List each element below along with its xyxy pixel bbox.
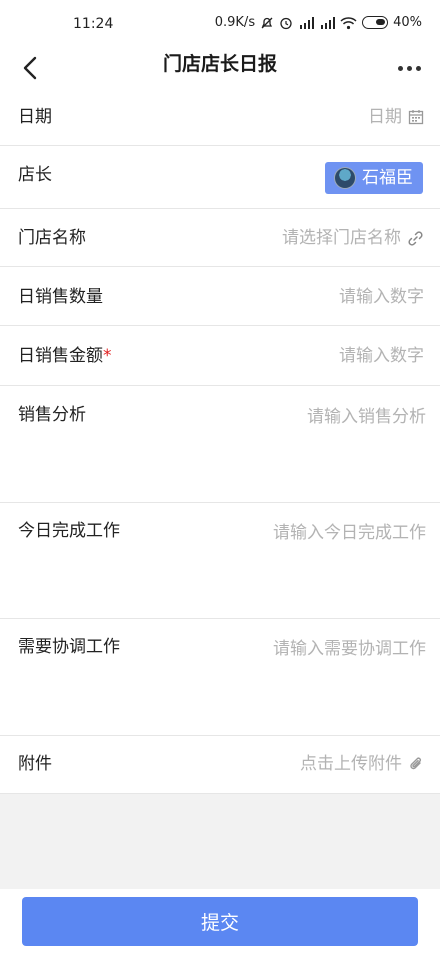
status-icons: 0.9K/s 40% bbox=[215, 15, 422, 30]
submit-button[interactable]: 提交 bbox=[22, 897, 418, 946]
attachment-label: 附件 bbox=[18, 754, 52, 774]
form-footer-spacer bbox=[0, 794, 440, 889]
attachment-upload[interactable]: 点击上传附件 bbox=[300, 753, 424, 775]
wifi-icon bbox=[340, 16, 357, 29]
link-icon bbox=[408, 230, 423, 246]
date-label: 日期 bbox=[18, 107, 52, 127]
store-placeholder: 请选择门店名称 bbox=[282, 228, 401, 248]
completed-textarea[interactable]: 请输入今日完成工作 bbox=[273, 522, 426, 544]
store-row[interactable]: 门店名称 请选择门店名称 bbox=[0, 209, 440, 267]
attachment-placeholder: 点击上传附件 bbox=[300, 754, 402, 774]
analysis-textarea[interactable]: 请输入销售分析 bbox=[307, 406, 426, 428]
alarm-icon bbox=[280, 17, 292, 29]
sales-qty-input[interactable]: 请输入数字 bbox=[339, 286, 424, 308]
status-time: 11:24 bbox=[73, 16, 114, 32]
status-bar: 11:24 0.9K/s 40% bbox=[0, 0, 440, 48]
sales-amount-input[interactable]: 请输入数字 bbox=[339, 345, 424, 367]
avatar bbox=[334, 167, 356, 189]
sales-qty-row[interactable]: 日销售数量 请输入数字 bbox=[0, 267, 440, 326]
bottom-bar: 提交 bbox=[0, 889, 440, 953]
completed-label: 今日完成工作 bbox=[18, 521, 120, 541]
analysis-label: 销售分析 bbox=[18, 405, 86, 425]
battery-level: 40% bbox=[393, 15, 422, 30]
sales-amount-label-text: 日销售金额 bbox=[18, 346, 103, 366]
paperclip-icon bbox=[410, 757, 421, 769]
hd-signal-icon bbox=[300, 16, 315, 29]
sales-qty-label: 日销售数量 bbox=[18, 287, 103, 307]
nav-bar: 门店店长日报 bbox=[0, 48, 440, 88]
signal-icon bbox=[321, 16, 336, 29]
analysis-row[interactable]: 销售分析 请输入销售分析 bbox=[0, 386, 440, 503]
manager-chip[interactable]: 石福臣 bbox=[325, 162, 423, 194]
manager-row[interactable]: 店长 石福臣 bbox=[0, 146, 440, 209]
coordination-textarea[interactable]: 请输入需要协调工作 bbox=[273, 638, 426, 660]
coordination-label: 需要协调工作 bbox=[18, 637, 120, 657]
completed-row[interactable]: 今日完成工作 请输入今日完成工作 bbox=[0, 503, 440, 619]
attachment-row[interactable]: 附件 点击上传附件 bbox=[0, 736, 440, 794]
date-row[interactable]: 日期 日期 bbox=[0, 88, 440, 146]
calendar-icon bbox=[408, 110, 424, 125]
manager-label: 店长 bbox=[18, 165, 52, 185]
mute-icon bbox=[261, 17, 273, 28]
more-dot bbox=[415, 65, 421, 71]
battery-icon bbox=[362, 16, 389, 29]
manager-name: 石福臣 bbox=[362, 168, 413, 188]
sales-amount-label: 日销售金额* bbox=[18, 345, 112, 367]
store-label: 门店名称 bbox=[18, 228, 86, 248]
coordination-row[interactable]: 需要协调工作 请输入需要协调工作 bbox=[0, 619, 440, 736]
more-dot bbox=[397, 65, 403, 71]
more-dot bbox=[406, 65, 412, 71]
more-button[interactable] bbox=[392, 52, 426, 84]
store-field[interactable]: 请选择门店名称 bbox=[282, 227, 424, 249]
sales-amount-row[interactable]: 日销售金额* 请输入数字 bbox=[0, 326, 440, 386]
date-field[interactable]: 日期 bbox=[368, 106, 424, 128]
net-speed: 0.9K/s bbox=[214, 15, 256, 30]
page-title: 门店店长日报 bbox=[162, 53, 277, 75]
date-placeholder: 日期 bbox=[368, 107, 402, 127]
required-mark: * bbox=[103, 346, 112, 366]
